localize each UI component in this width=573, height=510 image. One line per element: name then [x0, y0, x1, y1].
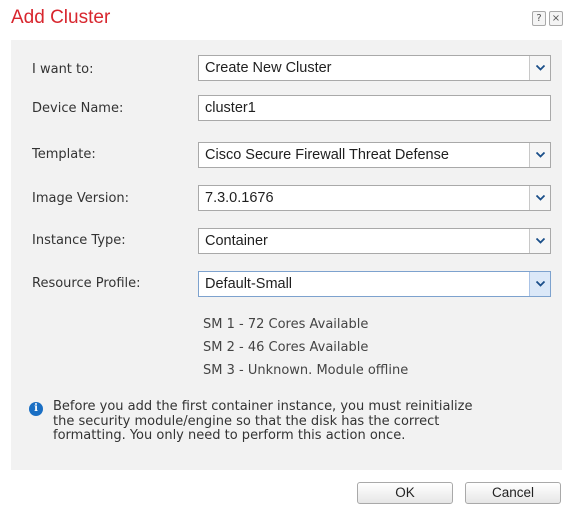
add-cluster-dialog: Add Cluster ? × I want to: Create New Cl…: [0, 0, 573, 510]
module-status-sm2: SM 2 - 46 Cores Available: [203, 340, 369, 355]
chevron-down-icon: [536, 65, 545, 71]
image-version-label: Image Version:: [32, 191, 130, 206]
resource-profile-dropdown-button[interactable]: [529, 272, 550, 296]
device-name-label: Device Name:: [32, 101, 124, 116]
i-want-to-select[interactable]: Create New Cluster: [198, 55, 551, 81]
image-version-select[interactable]: 7.3.0.1676: [198, 185, 551, 211]
ok-button[interactable]: OK: [357, 482, 453, 504]
i-want-to-value: Create New Cluster: [205, 60, 332, 76]
instance-type-dropdown-button[interactable]: [529, 229, 550, 253]
help-button[interactable]: ?: [532, 11, 546, 26]
chevron-down-icon: [536, 238, 545, 244]
i-want-to-label: I want to:: [32, 62, 94, 77]
cancel-button[interactable]: Cancel: [465, 482, 561, 504]
info-line-1: Before you add the first container insta…: [53, 399, 473, 414]
instance-type-label: Instance Type:: [32, 233, 126, 248]
chevron-down-icon: [536, 195, 545, 201]
module-status-sm3: SM 3 - Unknown. Module offline: [203, 363, 409, 378]
device-name-input[interactable]: cluster1: [198, 95, 551, 121]
instance-type-select[interactable]: Container: [198, 228, 551, 254]
resource-profile-label: Resource Profile:: [32, 276, 141, 291]
template-value: Cisco Secure Firewall Threat Defense: [205, 147, 449, 163]
resource-profile-select[interactable]: Default-Small: [198, 271, 551, 297]
info-line-3: formatting. You only need to perform thi…: [53, 428, 406, 443]
device-name-value: cluster1: [205, 100, 256, 116]
close-button[interactable]: ×: [549, 11, 563, 26]
template-dropdown-button[interactable]: [529, 143, 550, 167]
resource-profile-value: Default-Small: [205, 276, 293, 292]
info-icon: i: [29, 402, 43, 416]
template-select[interactable]: Cisco Secure Firewall Threat Defense: [198, 142, 551, 168]
i-want-to-dropdown-button[interactable]: [529, 56, 550, 80]
info-message: Before you add the first container insta…: [53, 399, 553, 444]
dialog-title: Add Cluster: [11, 7, 111, 28]
module-status-sm1: SM 1 - 72 Cores Available: [203, 317, 369, 332]
image-version-dropdown-button[interactable]: [529, 186, 550, 210]
chevron-down-icon: [536, 281, 545, 287]
info-line-2: the security module/engine so that the d…: [53, 413, 440, 429]
image-version-value: 7.3.0.1676: [205, 190, 274, 206]
chevron-down-icon: [536, 152, 545, 158]
template-label: Template:: [32, 147, 96, 162]
instance-type-value: Container: [205, 233, 268, 249]
